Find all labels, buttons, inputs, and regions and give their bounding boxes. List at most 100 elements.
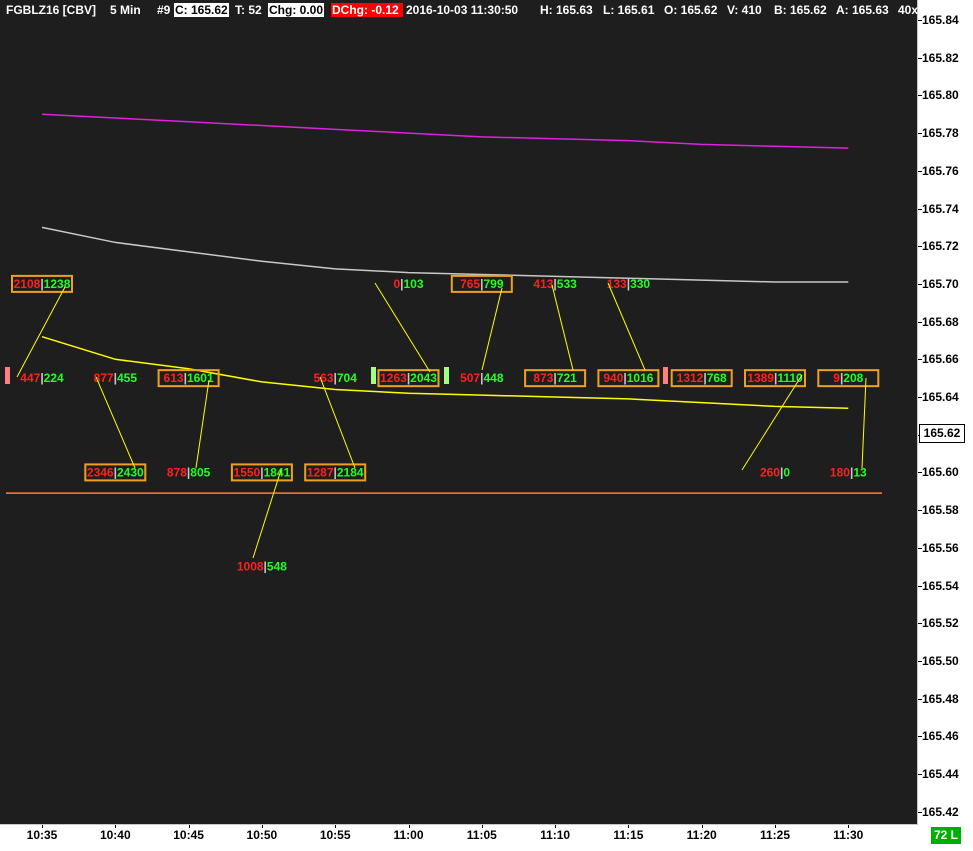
price-tick-label: 165.58	[922, 503, 959, 518]
callout-line	[741, 374, 803, 471]
bid-volume: 413	[533, 277, 553, 291]
price-tick-label: 165.66	[922, 352, 959, 367]
annotation-label: 878|805	[167, 465, 211, 479]
annotation-label: 413|533	[533, 277, 577, 291]
callout-line	[607, 282, 646, 371]
price-tick-label: 165.50	[922, 653, 959, 668]
annotation-label: 9|208	[833, 371, 863, 385]
ask-volume: 0	[783, 465, 790, 479]
annotation-label: 1263|2043	[380, 371, 437, 385]
time-tick-label: 10:45	[173, 828, 204, 842]
annotation-label: 133|330	[607, 277, 651, 291]
callout-line	[481, 287, 503, 371]
price-tick-label: 165.56	[922, 540, 959, 555]
ask-volume: 548	[267, 560, 287, 574]
callout-line	[16, 286, 66, 378]
price-tick-label: 165.72	[922, 239, 959, 254]
price-tick-label: 165.46	[922, 729, 959, 744]
annotation-label: 765|799	[460, 277, 504, 291]
time-tick-label: 10:55	[319, 828, 351, 842]
annotation-label: 1550|1841	[234, 465, 291, 479]
bid-volume: 507	[460, 371, 480, 385]
time-tick-label: 11:05	[466, 828, 497, 842]
price-tick-label: 165.42	[922, 804, 959, 819]
bid-volume: 2108	[14, 277, 41, 291]
price-tick-label: 165.80	[922, 88, 959, 103]
annotation-label: 940|1016	[603, 371, 653, 385]
price-tick-label: 165.70	[922, 276, 959, 291]
time-tick-label: 10:35	[26, 828, 58, 842]
ask-volume: 1110	[777, 371, 803, 385]
ask-volume: 448	[483, 371, 503, 385]
callout-line	[861, 377, 867, 469]
ask-volume: 1238	[44, 277, 71, 291]
annotation-label: 0|103	[393, 277, 423, 291]
price-tick-label: 165.44	[922, 767, 959, 781]
callout-line	[95, 376, 136, 469]
bid-volume: 1312	[677, 371, 704, 385]
bid-volume: 613	[164, 371, 184, 385]
annotation-label: 1312|768	[677, 371, 727, 385]
bar-count-badge: 72 L	[931, 827, 961, 844]
time-tick-label: 11:15	[613, 828, 644, 842]
annotation-label: 873|721	[533, 371, 577, 385]
price-tick-label: 165.54	[922, 578, 959, 593]
ask-volume: 2430	[117, 465, 144, 479]
price-tick-label: 165.52	[922, 616, 959, 631]
ask-volume: 1841	[264, 465, 291, 479]
ask-volume: 455	[117, 371, 137, 385]
annotation-label: 2108|1238	[14, 277, 71, 291]
price-tick-label: 165.82	[922, 50, 959, 65]
ask-volume: 224	[44, 371, 64, 385]
annotation-label: 447|224	[20, 371, 64, 385]
time-tick-label: 10:50	[246, 828, 278, 842]
ask-volume: 721	[557, 371, 577, 385]
time-tick-label: 11:10	[540, 828, 571, 842]
bar-marker	[663, 367, 668, 384]
annotation-label: 260|0	[760, 465, 790, 479]
bid-volume: 260	[760, 465, 780, 479]
bar-marker	[371, 367, 376, 384]
price-tick-label: 165.60	[922, 465, 959, 480]
price-tick-label: 165.64	[922, 390, 959, 404]
ask-volume: 768	[707, 371, 727, 385]
time-axis[interactable]: 10:35 10:40 10:45 10:50 10:55 11:00 11:05 11:10…	[0, 825, 973, 851]
price-axis[interactable]: 165.84 165.82 165.80 165.78 165.76 165.74 165.…	[918, 0, 973, 825]
current-price-marker: 165.62	[919, 424, 965, 443]
ask-volume: 13	[853, 465, 867, 479]
ask-volume: 704	[337, 371, 357, 385]
series-line	[41, 113, 849, 149]
bar-marker	[444, 367, 449, 384]
time-tick-label: 11:20	[686, 828, 717, 842]
ask-volume: 533	[557, 277, 577, 291]
callout-line	[252, 469, 282, 559]
ask-volume: 2043	[410, 371, 437, 385]
price-tick-label: 165.48	[922, 691, 959, 706]
ask-volume: 103	[404, 277, 424, 291]
price-tick-label: 165.74	[922, 201, 959, 216]
chart-plot: 2108|1238 447|224 877|455 2346|2430 613|1601…	[5, 113, 882, 574]
annotation-label: 1008|548	[237, 560, 287, 574]
bid-volume: 180	[830, 465, 850, 479]
bid-volume: 1263	[380, 371, 407, 385]
annotation-label: 2346|2430	[87, 465, 144, 479]
bid-volume: 940	[603, 371, 623, 385]
bid-volume: 765	[460, 277, 480, 291]
bid-volume: 447	[20, 371, 40, 385]
series-line	[41, 226, 849, 283]
callout-line	[374, 282, 431, 373]
time-tick-label: 11:30	[833, 828, 864, 842]
price-tick-label: 165.84	[922, 13, 959, 27]
price-tick-label: 165.78	[922, 126, 959, 141]
bid-volume: 133	[607, 277, 627, 291]
price-tick-label: 165.76	[922, 163, 959, 178]
ask-volume: 799	[483, 277, 503, 291]
ask-volume: 330	[630, 277, 650, 291]
bid-volume: 2346	[87, 465, 114, 479]
price-tick-label: 165.68	[922, 314, 959, 329]
bid-volume: 878	[167, 465, 187, 479]
bid-volume: 1550	[234, 465, 261, 479]
callout-line	[551, 284, 574, 371]
bid-volume: 1389	[747, 371, 774, 385]
annotation-label: 877|455	[94, 371, 138, 385]
